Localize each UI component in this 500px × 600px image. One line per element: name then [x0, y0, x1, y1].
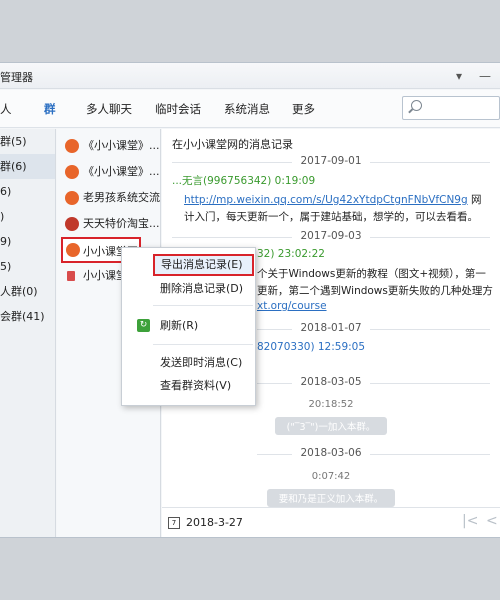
date-divider: 2017-09-01: [162, 155, 500, 169]
group-avatar-icon: [65, 165, 79, 179]
prev-page-icon[interactable]: <: [486, 513, 498, 529]
message-text: 计入门，每天更新一个，属于建站基础，想学的，可以去看看。: [184, 211, 478, 223]
group-item[interactable]: 天天特价淘宝...: [57, 211, 160, 237]
view-group-info-item[interactable]: 查看群资料(V): [122, 376, 257, 396]
refresh-item[interactable]: 刷新(R): [122, 316, 257, 336]
message-link[interactable]: xt.org/course: [257, 300, 327, 312]
message-time: 0:07:42: [311, 471, 351, 482]
date-divider: 2017-09-03: [162, 230, 500, 244]
tab-contacts[interactable]: 人: [0, 101, 12, 117]
tab-system-messages[interactable]: 系统消息: [224, 101, 270, 117]
group-item[interactable]: 《小小课堂》...: [57, 133, 160, 159]
message-link[interactable]: http://mp.weixin.qq.com/s/Ug42xYtdpCtgnF…: [184, 194, 468, 206]
tab-temp-session[interactable]: 临时会话: [155, 101, 201, 117]
category-item[interactable]: 9): [0, 229, 55, 254]
minimize-icon[interactable]: —: [474, 67, 496, 85]
first-page-icon[interactable]: |<: [462, 513, 478, 529]
date-divider: 2018-03-06: [162, 447, 500, 461]
group-avatar-icon: [65, 139, 79, 153]
group-avatar-icon: [67, 271, 75, 281]
message-body: http://mp.weixin.qq.com/s/Ug42xYtdpCtgnF…: [184, 194, 482, 206]
category-list: 群(5) 群(6) 6) ) 9) 5) 人群(0) 会群(41): [0, 129, 56, 537]
system-notice: 要和乃是正义加入本群。: [162, 489, 500, 507]
message-text: 更新，第二个遇到Windows更新失败的几种处理方: [257, 285, 493, 297]
calendar-icon[interactable]: 7: [168, 517, 180, 529]
category-item[interactable]: 群(6): [0, 154, 55, 179]
group-item[interactable]: 老男孩系统交流: [57, 185, 160, 211]
send-message-item[interactable]: 发送即时消息(C): [122, 353, 257, 373]
search-icon: [411, 100, 422, 111]
category-item[interactable]: ): [0, 204, 55, 229]
selected-date[interactable]: 2018-3-27: [186, 516, 243, 529]
category-item[interactable]: 人群(0): [0, 279, 55, 304]
tab-multi-chat[interactable]: 多人聊天: [86, 101, 132, 117]
group-avatar-icon: [66, 243, 80, 257]
category-item[interactable]: 5): [0, 254, 55, 279]
delete-records-item[interactable]: 删除消息记录(D): [122, 279, 257, 299]
tab-groups[interactable]: 群: [44, 101, 56, 117]
title-bar: 管理器 ▾ —: [0, 63, 500, 89]
group-avatar-icon: [65, 217, 79, 231]
message-sender: 82070330) 12:59:05: [257, 341, 366, 353]
log-footer: 7 2018-3-27 |< <: [162, 507, 500, 537]
category-item[interactable]: 会群(41): [0, 304, 55, 329]
message-sender: 32) 23:02:22: [257, 248, 325, 260]
tab-more[interactable]: 更多: [292, 101, 315, 117]
group-avatar-icon: [65, 191, 79, 205]
context-menu: 导出消息记录(E) 删除消息记录(D) ↻ 刷新(R) 发送即时消息(C) 查看…: [121, 247, 256, 406]
category-item[interactable]: 群(5): [0, 129, 55, 154]
dropdown-icon[interactable]: ▾: [448, 67, 470, 85]
log-header: 在小小课堂网的消息记录: [172, 138, 293, 151]
group-item[interactable]: 《小小课堂》...: [57, 159, 160, 185]
system-notice: ("‾3‾")一加入本群。: [162, 417, 500, 435]
category-item[interactable]: 6): [0, 179, 55, 204]
search-input[interactable]: [402, 96, 500, 120]
message-text: 个关于Windows更新的教程（图文+视频），第一: [257, 268, 486, 280]
tab-bar: 人 群 多人聊天 临时会话 系统消息 更多: [0, 90, 500, 128]
export-records-item[interactable]: 导出消息记录(E): [153, 254, 254, 276]
window-title: 管理器: [0, 71, 33, 84]
message-sender: ...无言(996756342) 0:19:09: [172, 175, 316, 187]
